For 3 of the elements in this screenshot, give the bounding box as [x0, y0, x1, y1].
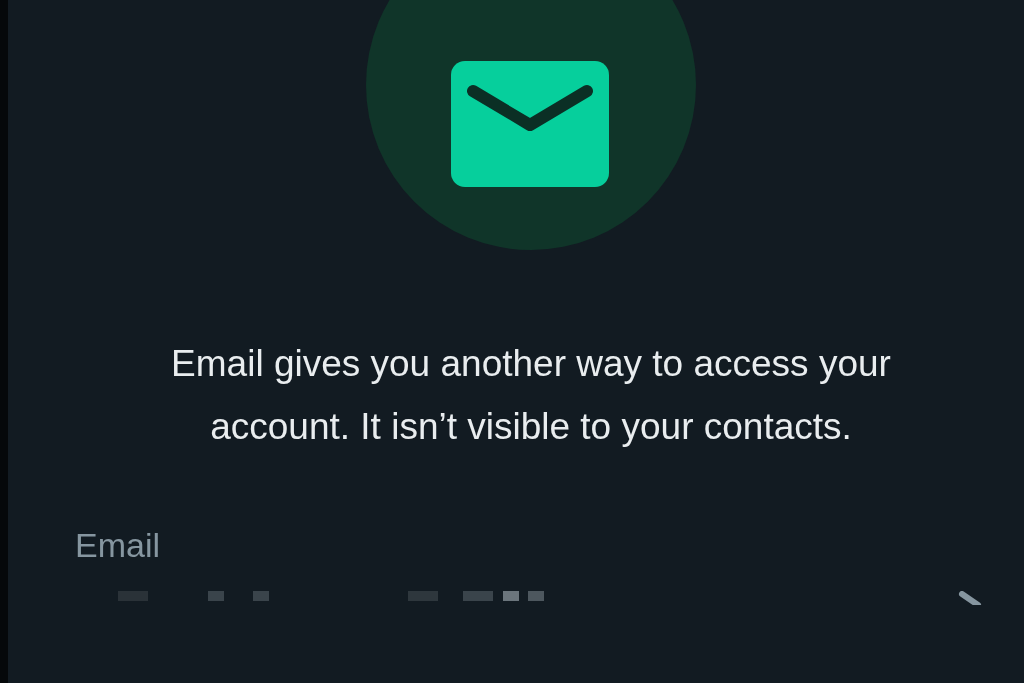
info-text: Email gives you another way to access your account. It isn’t visible to your contacts. [170, 342, 892, 449]
email-label: Email [75, 526, 161, 565]
envelope-icon [451, 61, 611, 189]
